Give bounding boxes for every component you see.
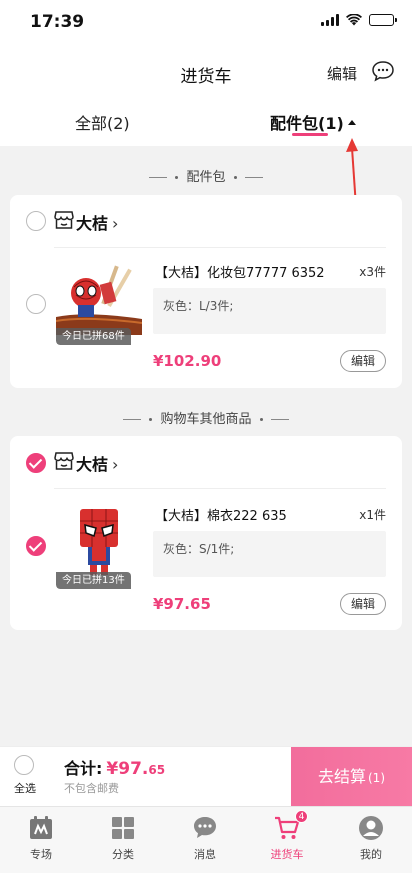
section-header-other: 购物车其他商品 <box>0 408 412 427</box>
product-quantity: x3件 <box>359 265 386 279</box>
store-card: 大桔 › 今日已拼68件 【大桔】化妆包77777 6352 x3件 灰色：L/3… <box>10 195 402 388</box>
divider <box>54 247 386 248</box>
tab-parts-package[interactable]: 配件包(1) <box>270 110 356 134</box>
tabbar-item-profile[interactable]: 我的 <box>330 815 412 862</box>
tabbar-item-cart[interactable]: 4 进货车 <box>246 810 328 862</box>
total-price: 合计: ¥97.65 <box>64 755 165 779</box>
status-bar: 17:39 <box>0 0 412 48</box>
bottom-tab-bar: 专场 分类 消息 4 进货车 我的 <box>0 806 412 873</box>
product-price: ¥102.90 <box>153 352 222 370</box>
edit-button[interactable]: 编辑 <box>327 63 357 84</box>
product-price: ¥97.65 <box>153 595 211 613</box>
tabbar-label: 分类 <box>112 848 134 861</box>
category-icon <box>112 817 134 839</box>
message-icon <box>194 817 216 838</box>
tabbar-label: 消息 <box>194 848 216 861</box>
spec-box: 灰色：L/3件; <box>153 288 386 334</box>
store-row[interactable]: 大桔 › <box>10 195 402 247</box>
store-row[interactable]: 大桔 › <box>10 436 402 488</box>
total-label: 合计: <box>64 759 103 778</box>
select-all-label[interactable]: 全选 <box>14 780 36 796</box>
cart-icon-wrap: 4 <box>274 810 308 841</box>
tab-active-underline <box>292 133 328 136</box>
tabbar-label: 我的 <box>360 848 382 861</box>
select-all-checkbox[interactable] <box>14 755 34 775</box>
tabbar-item-message[interactable]: 消息 <box>164 815 246 862</box>
store-icon <box>54 211 74 229</box>
sold-today-badge: 今日已拼13件 <box>56 572 131 589</box>
product-quantity: x1件 <box>359 508 386 522</box>
spec-box: 灰色：S/1件; <box>153 531 386 577</box>
total-cents: 65 <box>148 763 166 777</box>
store-icon <box>54 452 74 470</box>
product-checkbox[interactable] <box>26 294 46 314</box>
checkout-count: (1) <box>368 771 385 785</box>
tabbar-item-special[interactable]: 专场 <box>0 815 82 862</box>
shipping-note: 不包含邮费 <box>64 782 119 795</box>
store-checkbox[interactable] <box>26 211 46 231</box>
product-title[interactable]: 【大桔】化妆包77777 6352 <box>155 262 325 281</box>
special-icon <box>30 816 52 839</box>
product-thumbnail[interactable]: 今日已拼13件 <box>56 503 142 589</box>
caret-up-icon <box>347 120 356 125</box>
product-title[interactable]: 【大桔】棉衣222 635 <box>155 505 287 524</box>
cart-count-badge: 4 <box>295 810 308 823</box>
section-header-label: 购物车其他商品 <box>160 412 252 427</box>
checkout-bar: 全选 合计: ¥97.65 不包含邮费 去结算 (1) <box>0 746 412 807</box>
section-header-label: 配件包 <box>186 170 226 185</box>
tab-parts-label: 配件包(1) <box>270 114 344 133</box>
product-spec: 灰色：S/1件; <box>163 542 235 556</box>
signal-icon <box>321 14 339 26</box>
tabbar-label: 专场 <box>30 848 52 861</box>
store-checkbox[interactable] <box>26 453 46 473</box>
checkout-label: 去结算 <box>317 767 366 786</box>
product-checkbox[interactable] <box>26 536 46 556</box>
chevron-right-icon: › <box>112 455 119 474</box>
tab-all[interactable]: 全部(2) <box>75 110 130 134</box>
store-name[interactable]: 大桔 › <box>76 451 118 475</box>
tabbar-label: 进货车 <box>270 848 304 861</box>
chevron-right-icon: › <box>112 214 119 233</box>
store-name[interactable]: 大桔 › <box>76 210 118 234</box>
checkout-button[interactable]: 去结算 (1) <box>291 747 412 807</box>
chat-icon[interactable] <box>371 60 395 82</box>
store-card: 大桔 › 今日已拼13件 【大桔】棉衣222 635 x1件 灰色：S/1件; ¥… <box>10 436 402 630</box>
profile-icon <box>359 816 383 840</box>
status-icons <box>321 14 397 26</box>
product-edit-button[interactable]: 编辑 <box>340 593 386 615</box>
product-thumbnail[interactable]: 今日已拼68件 <box>56 259 142 345</box>
battery-icon <box>369 14 397 26</box>
product-edit-button[interactable]: 编辑 <box>340 350 386 372</box>
tabbar-item-category[interactable]: 分类 <box>82 815 164 862</box>
divider <box>54 488 386 489</box>
wifi-icon <box>346 14 362 26</box>
sold-today-badge: 今日已拼68件 <box>56 328 131 345</box>
product-spec: 灰色：L/3件; <box>163 299 234 313</box>
status-time: 17:39 <box>30 12 85 32</box>
total-value: ¥97. <box>106 759 149 779</box>
nav-bar: 进货车 编辑 <box>0 48 412 98</box>
section-header-parts: 配件包 <box>0 166 412 185</box>
